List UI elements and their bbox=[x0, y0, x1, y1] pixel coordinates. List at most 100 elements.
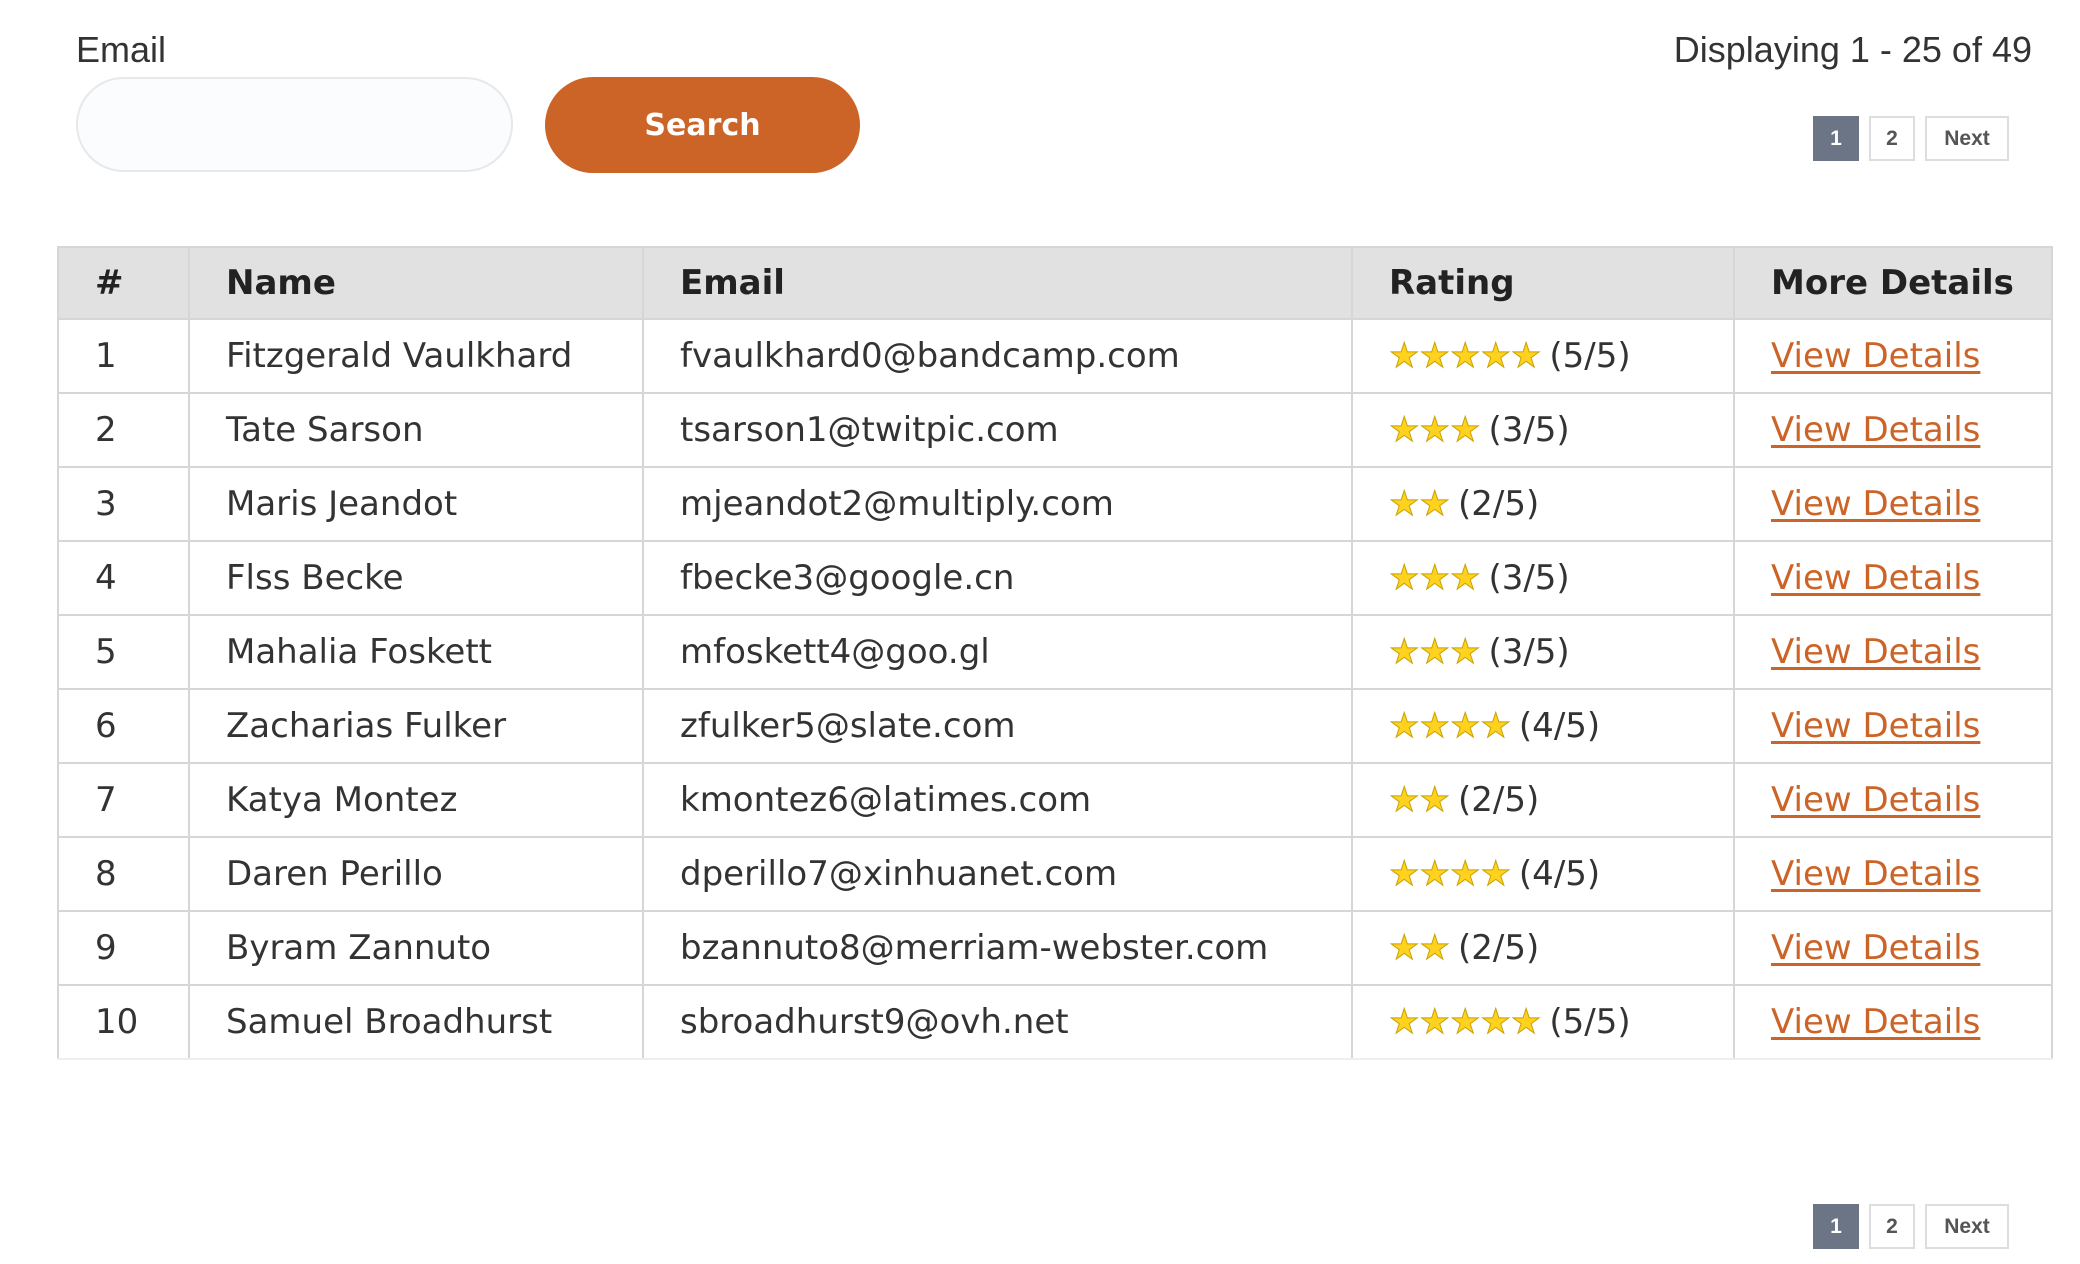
row-name: Fitzgerald Vaulkhard bbox=[188, 318, 644, 394]
row-index: 2 bbox=[57, 392, 190, 468]
row-email: fbecke3@google.cn bbox=[642, 540, 1353, 616]
row-name: Byram Zannuto bbox=[188, 910, 644, 986]
rating-text: (3/5) bbox=[1488, 410, 1570, 450]
row-email: dperillo7@xinhuanet.com bbox=[642, 836, 1353, 912]
row-rating: ★★★ (3/5) bbox=[1351, 614, 1735, 690]
row-email: mjeandot2@multiply.com bbox=[642, 466, 1353, 542]
column-header-rating: Rating bbox=[1351, 246, 1735, 320]
table-row: 6 Zacharias Fulker zfulker5@slate.com ★★★★(… bbox=[57, 688, 2053, 764]
star-icon: ★★★★ bbox=[1389, 854, 1512, 895]
row-index: 7 bbox=[57, 762, 190, 838]
star-icon: ★★ bbox=[1389, 484, 1451, 525]
row-more-details: View Details bbox=[1733, 688, 2053, 764]
row-more-details: View Details bbox=[1733, 318, 2053, 394]
row-email: fvaulkhard0@bandcamp.com bbox=[642, 318, 1353, 394]
row-email: sbroadhurst9@ovh.net bbox=[642, 984, 1353, 1060]
row-email: zfulker5@slate.com bbox=[642, 688, 1353, 764]
table-row: 8 Daren Perillo dperillo7@xinhuanet.com ★★★… bbox=[57, 836, 2053, 912]
view-details-link[interactable]: View Details bbox=[1771, 558, 1980, 598]
table-row: 3 Maris Jeandot mjeandot2@multiply.com ★★ (2… bbox=[57, 466, 2053, 542]
rating-text: (2/5) bbox=[1457, 928, 1540, 968]
view-details-link[interactable]: View Details bbox=[1771, 632, 1980, 672]
row-index: 5 bbox=[57, 614, 190, 690]
rating-text: (3/5) bbox=[1488, 632, 1570, 672]
row-name: Katya Montez bbox=[188, 762, 644, 838]
table-row: 4 Flss Becke fbecke3@google.cn ★★★ (3/5) View… bbox=[57, 540, 2053, 616]
table-row: 2 Tate Sarson tsarson1@twitpic.com ★★★ (3/5)… bbox=[57, 392, 2053, 468]
row-rating: ★★★★★ (5/5) bbox=[1351, 318, 1735, 394]
view-details-link[interactable]: View Details bbox=[1771, 336, 1980, 376]
column-header-email: Email bbox=[642, 246, 1353, 320]
star-icon: ★★ bbox=[1389, 780, 1451, 821]
page-2-button[interactable]: 2 bbox=[1869, 1204, 1915, 1249]
row-name: Flss Becke bbox=[188, 540, 644, 616]
rating-text: (2/5) bbox=[1457, 484, 1540, 524]
table-header-row: # Name Email Rating More Details bbox=[57, 246, 2053, 320]
row-email: bzannuto8@merriam-webster.com bbox=[642, 910, 1353, 986]
column-header-index: # bbox=[57, 246, 190, 320]
table-row: 7 Katya Montez kmontez6@latimes.com ★★ (2/5)… bbox=[57, 762, 2053, 838]
next-page-button[interactable]: Next bbox=[1925, 1204, 2009, 1249]
row-rating: ★★★★★ (5/5) bbox=[1351, 984, 1735, 1060]
view-details-link[interactable]: View Details bbox=[1771, 928, 1980, 968]
email-label: Email bbox=[76, 29, 167, 70]
page-1-button[interactable]: 1 bbox=[1813, 116, 1859, 161]
table-row: 5 Mahalia Foskett mfoskett4@goo.gl ★★★ (3/5)… bbox=[57, 614, 2053, 690]
row-more-details: View Details bbox=[1733, 762, 2053, 838]
pagination-bottom: 1 2 Next bbox=[1813, 1204, 2009, 1249]
star-icon: ★★★ bbox=[1388, 558, 1481, 599]
star-icon: ★★★ bbox=[1388, 632, 1481, 673]
row-index: 6 bbox=[57, 688, 190, 764]
row-more-details: View Details bbox=[1733, 540, 2053, 616]
star-icon: ★★★★ bbox=[1389, 706, 1512, 747]
rating-text: (2/5) bbox=[1457, 780, 1540, 820]
column-header-name: Name bbox=[188, 246, 644, 320]
row-rating: ★★★★ (4/5) bbox=[1351, 836, 1735, 912]
row-rating: ★★ (2/5) bbox=[1351, 910, 1735, 986]
pagination-summary: Displaying 1 - 25 of 49 bbox=[1673, 29, 2032, 70]
email-search-input[interactable] bbox=[76, 77, 513, 172]
row-more-details: View Details bbox=[1733, 836, 2053, 912]
row-name: Maris Jeandot bbox=[188, 466, 644, 542]
row-more-details: View Details bbox=[1733, 910, 2053, 986]
star-icon: ★★★ bbox=[1388, 410, 1481, 451]
row-name: Tate Sarson bbox=[188, 392, 644, 468]
page-1-button[interactable]: 1 bbox=[1813, 1204, 1859, 1249]
row-index: 8 bbox=[57, 836, 190, 912]
rating-text: (4/5) bbox=[1518, 706, 1601, 746]
row-index: 9 bbox=[57, 910, 190, 986]
row-name: Daren Perillo bbox=[188, 836, 644, 912]
view-details-link[interactable]: View Details bbox=[1771, 410, 1980, 450]
row-rating: ★★★ (3/5) bbox=[1351, 392, 1735, 468]
row-email: mfoskett4@goo.gl bbox=[642, 614, 1353, 690]
row-email: kmontez6@latimes.com bbox=[642, 762, 1353, 838]
view-details-link[interactable]: View Details bbox=[1771, 484, 1980, 524]
view-details-link[interactable]: View Details bbox=[1771, 854, 1980, 894]
row-more-details: View Details bbox=[1733, 392, 2053, 468]
view-details-link[interactable]: View Details bbox=[1771, 1002, 1980, 1042]
row-rating: ★★ (2/5) bbox=[1351, 466, 1735, 542]
row-email: tsarson1@twitpic.com bbox=[642, 392, 1353, 468]
rating-text: (4/5) bbox=[1518, 854, 1601, 894]
users-table: # Name Email Rating More Details 1 Fitzge… bbox=[57, 246, 2053, 1060]
row-index: 10 bbox=[57, 984, 190, 1060]
row-name: Mahalia Foskett bbox=[188, 614, 644, 690]
view-details-link[interactable]: View Details bbox=[1771, 706, 1980, 746]
row-more-details: View Details bbox=[1733, 984, 2053, 1060]
search-button[interactable]: Search bbox=[545, 77, 860, 173]
rating-text: (5/5) bbox=[1549, 1002, 1631, 1042]
star-icon: ★★★★★ bbox=[1388, 336, 1542, 377]
table-row: 9 Byram Zannuto bzannuto8@merriam-webster.… bbox=[57, 910, 2053, 986]
row-name: Samuel Broadhurst bbox=[188, 984, 644, 1060]
pagination-top: 1 2 Next bbox=[1813, 116, 2009, 161]
row-index: 3 bbox=[57, 466, 190, 542]
row-more-details: View Details bbox=[1733, 466, 2053, 542]
row-name: Zacharias Fulker bbox=[188, 688, 644, 764]
row-rating: ★★★★ (4/5) bbox=[1351, 688, 1735, 764]
page-2-button[interactable]: 2 bbox=[1869, 116, 1915, 161]
view-details-link[interactable]: View Details bbox=[1771, 780, 1980, 820]
column-header-more-details: More Details bbox=[1733, 246, 2053, 320]
star-icon: ★★ bbox=[1389, 928, 1451, 969]
next-page-button[interactable]: Next bbox=[1925, 116, 2009, 161]
rating-text: (3/5) bbox=[1488, 558, 1570, 598]
